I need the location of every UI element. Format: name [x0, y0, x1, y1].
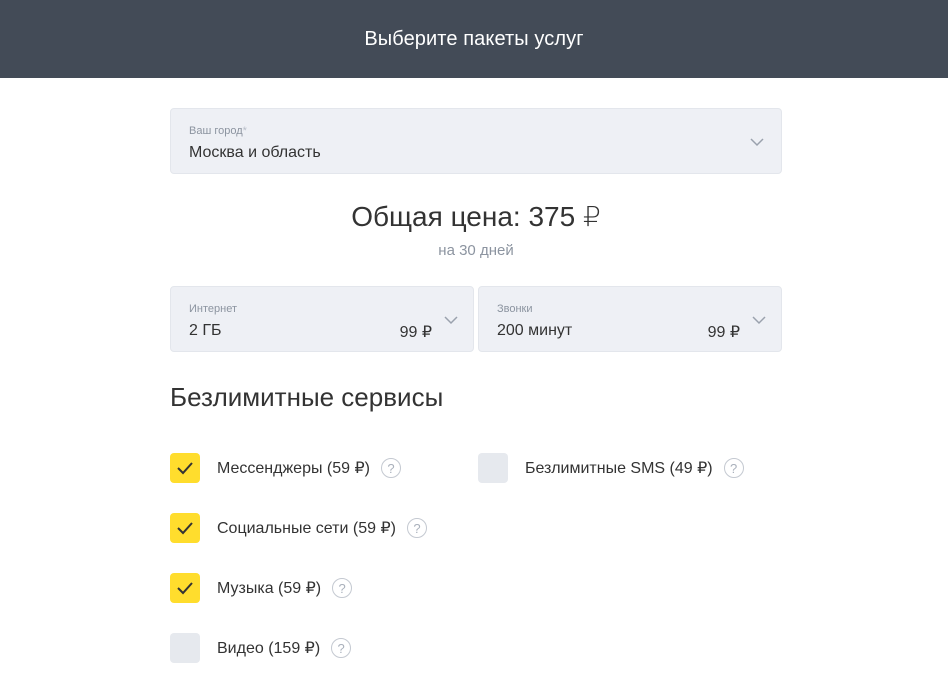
video-checkbox[interactable]: [170, 633, 200, 663]
service-music: Музыка (59 ₽) ?: [170, 573, 353, 603]
music-label: Музыка (59 ₽): [217, 580, 322, 597]
calls-label: Звонки: [497, 303, 533, 315]
calls-price: 99 ₽: [707, 324, 740, 341]
music-checkbox[interactable]: [170, 573, 200, 603]
internet-package-select[interactable]: Интернет 2 ГБ 99 ₽: [170, 286, 474, 352]
total-price: Общая цена: 375 ₽: [351, 201, 601, 232]
messengers-label: Мессенджеры (59 ₽): [217, 460, 370, 477]
service-sms: Безлимитные SMS (49 ₽) ?: [478, 453, 744, 483]
sms-checkbox[interactable]: [478, 453, 508, 483]
chevron-down-icon: [750, 138, 764, 147]
service-video: Видео (159 ₽) ?: [170, 633, 352, 663]
social-checkbox[interactable]: [170, 513, 200, 543]
page-header: Выберите пакеты услуг: [0, 0, 948, 78]
service-social: Социальные сети (59 ₽) ?: [170, 513, 427, 543]
messengers-checkbox[interactable]: [170, 453, 200, 483]
service-messengers: Мессенджеры (59 ₽) ?: [170, 453, 401, 483]
calls-package-select[interactable]: Звонки 200 минут 99 ₽: [478, 286, 782, 352]
chevron-down-icon: [752, 316, 766, 325]
unlimited-services-title: Безлимитные сервисы: [170, 382, 444, 412]
city-value: Москва и область: [189, 144, 321, 161]
check-icon: [177, 522, 193, 535]
help-icon[interactable]: ?: [332, 578, 353, 598]
page-title: Выберите пакеты услуг: [364, 27, 584, 50]
sms-label: Безлимитные SMS (49 ₽): [525, 460, 713, 477]
internet-value: 2 ГБ: [189, 322, 222, 339]
check-icon: [177, 582, 193, 595]
help-icon[interactable]: ?: [406, 518, 427, 538]
help-icon[interactable]: ?: [381, 458, 401, 478]
required-mark: *: [242, 125, 247, 137]
price-period: на 30 дней: [438, 242, 514, 259]
city-label: Ваш город*: [189, 125, 247, 137]
social-label: Социальные сети (59 ₽): [217, 520, 396, 537]
city-select[interactable]: Ваш город* Москва и область: [170, 108, 782, 174]
internet-price: 99 ₽: [399, 324, 432, 341]
video-label: Видео (159 ₽): [217, 640, 321, 657]
calls-value: 200 минут: [497, 322, 573, 339]
check-icon: [177, 462, 193, 475]
help-icon[interactable]: ?: [331, 638, 352, 658]
chevron-down-icon: [444, 316, 458, 325]
help-icon[interactable]: ?: [723, 458, 744, 478]
internet-label: Интернет: [189, 303, 237, 315]
